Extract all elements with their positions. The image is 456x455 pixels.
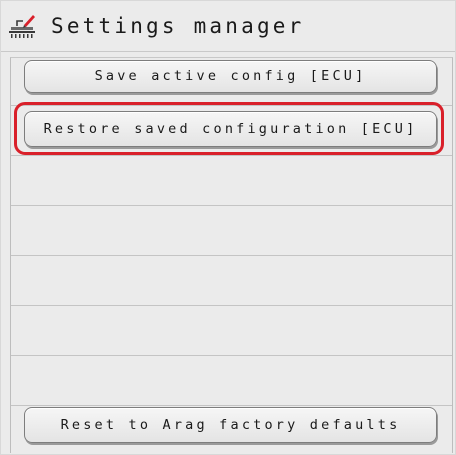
save-active-config-button[interactable]: Save active config [ECU] xyxy=(24,60,437,93)
reset-factory-defaults-label: Reset to Arag factory defaults xyxy=(60,417,401,433)
row-divider xyxy=(11,405,452,406)
row-divider xyxy=(11,105,452,106)
row-divider xyxy=(11,305,452,306)
row-divider xyxy=(11,255,452,256)
restore-saved-configuration-label: Restore saved configuration [ECU] xyxy=(43,121,418,137)
page-title: Settings manager xyxy=(51,14,305,38)
row-divider xyxy=(11,205,452,206)
row-divider xyxy=(11,155,452,156)
row-divider xyxy=(11,355,452,356)
restore-saved-configuration-button[interactable]: Restore saved configuration [ECU] xyxy=(24,111,437,147)
save-active-config-label: Save active config [ECU] xyxy=(94,68,367,84)
sprayer-settings-icon xyxy=(9,15,35,38)
title-bar: Settings manager xyxy=(1,1,455,52)
reset-factory-defaults-button[interactable]: Reset to Arag factory defaults xyxy=(24,407,437,443)
